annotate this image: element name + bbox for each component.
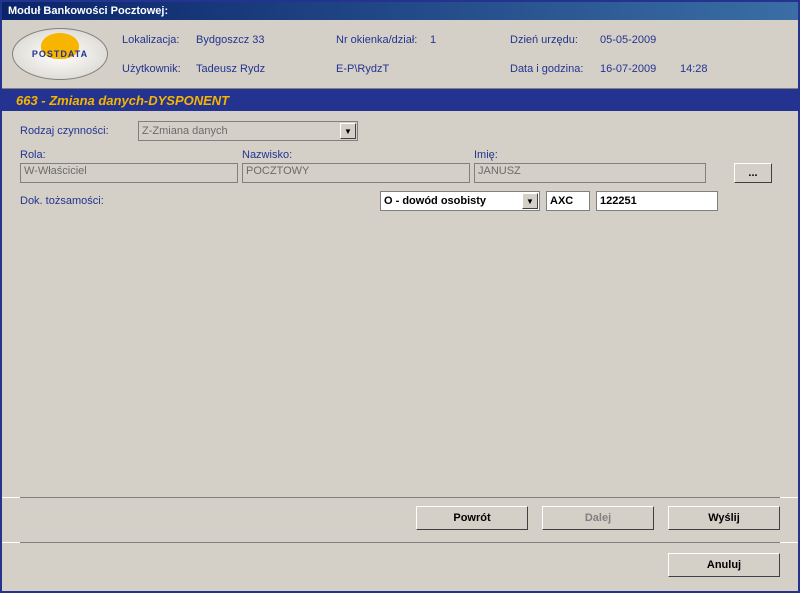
activity-label: Rodzaj czynności: bbox=[20, 125, 130, 137]
role-label: Rola: bbox=[20, 149, 238, 161]
name-value: JANUSZ bbox=[478, 165, 521, 177]
logo: POSTDATA bbox=[12, 28, 108, 80]
time-value: 14:28 bbox=[680, 63, 720, 75]
window-title: Moduł Bankowości Pocztowej: bbox=[8, 5, 168, 17]
send-button[interactable]: Wyślij bbox=[668, 506, 780, 530]
document-label: Dok. tożsamości: bbox=[20, 195, 374, 207]
activity-row: Rodzaj czynności: Z-Zmiana danych ▼ bbox=[20, 121, 780, 141]
activity-selected-value: Z-Zmiana danych bbox=[142, 125, 228, 137]
document-type-value: O - dowód osobisty bbox=[384, 195, 486, 207]
document-row: Dok. tożsamości: O - dowód osobisty ▼ bbox=[20, 191, 780, 211]
ep-value: E-P\RydzT bbox=[336, 63, 430, 75]
action-button-row: Powrót Dalej Wyślij bbox=[2, 497, 798, 542]
activity-select[interactable]: Z-Zmiana danych ▼ bbox=[138, 121, 358, 141]
document-series-input[interactable] bbox=[546, 191, 590, 211]
document-number-input[interactable] bbox=[596, 191, 718, 211]
office-day-label: Dzień urzędu: bbox=[510, 34, 600, 46]
footer-row: Anuluj bbox=[2, 542, 798, 591]
user-label: Użytkownik: bbox=[122, 63, 196, 75]
surname-value: POCZTOWY bbox=[246, 165, 309, 177]
cancel-button[interactable]: Anuluj bbox=[668, 553, 780, 577]
name-field: JANUSZ bbox=[474, 163, 706, 183]
back-button[interactable]: Powrót bbox=[416, 506, 528, 530]
date-value: 16-07-2009 bbox=[600, 63, 680, 75]
datetime-label: Data i godzina: bbox=[510, 63, 600, 75]
surname-label: Nazwisko: bbox=[242, 149, 470, 161]
logo-text: POSTDATA bbox=[32, 49, 88, 59]
section-title: 663 - Zmiana danych-DYSPONENT bbox=[16, 93, 229, 108]
window-number-value: 1 bbox=[430, 34, 510, 46]
header-info-grid: Lokalizacja: Bydgoszcz 33 Nr okienka/dzi… bbox=[122, 28, 788, 80]
form-area: Rodzaj czynności: Z-Zmiana danych ▼ Rola… bbox=[2, 111, 798, 497]
document-type-select[interactable]: O - dowód osobisty ▼ bbox=[380, 191, 540, 211]
person-fields-row: Rola: W-Właściciel Nazwisko: POCZTOWY Im… bbox=[20, 149, 780, 183]
header-panel: POSTDATA Lokalizacja: Bydgoszcz 33 Nr ok… bbox=[2, 20, 798, 89]
ellipsis-icon: ... bbox=[748, 167, 757, 179]
window-number-label: Nr okienka/dział: bbox=[336, 34, 430, 46]
next-button: Dalej bbox=[542, 506, 654, 530]
section-title-bar: 663 - Zmiana danych-DYSPONENT bbox=[2, 89, 798, 111]
location-label: Lokalizacja: bbox=[122, 34, 196, 46]
chevron-down-icon[interactable]: ▼ bbox=[522, 193, 538, 209]
window-titlebar: Moduł Bankowości Pocztowej: bbox=[2, 2, 798, 20]
name-label: Imię: bbox=[474, 149, 706, 161]
chevron-down-icon[interactable]: ▼ bbox=[340, 123, 356, 139]
more-button[interactable]: ... bbox=[734, 163, 772, 183]
surname-field: POCZTOWY bbox=[242, 163, 470, 183]
user-value: Tadeusz Rydz bbox=[196, 63, 336, 75]
location-value: Bydgoszcz 33 bbox=[196, 34, 336, 46]
main-window: Moduł Bankowości Pocztowej: POSTDATA Lok… bbox=[0, 0, 800, 593]
office-day-value: 05-05-2009 bbox=[600, 34, 680, 46]
role-value: W-Właściciel bbox=[24, 165, 87, 177]
role-field: W-Właściciel bbox=[20, 163, 238, 183]
